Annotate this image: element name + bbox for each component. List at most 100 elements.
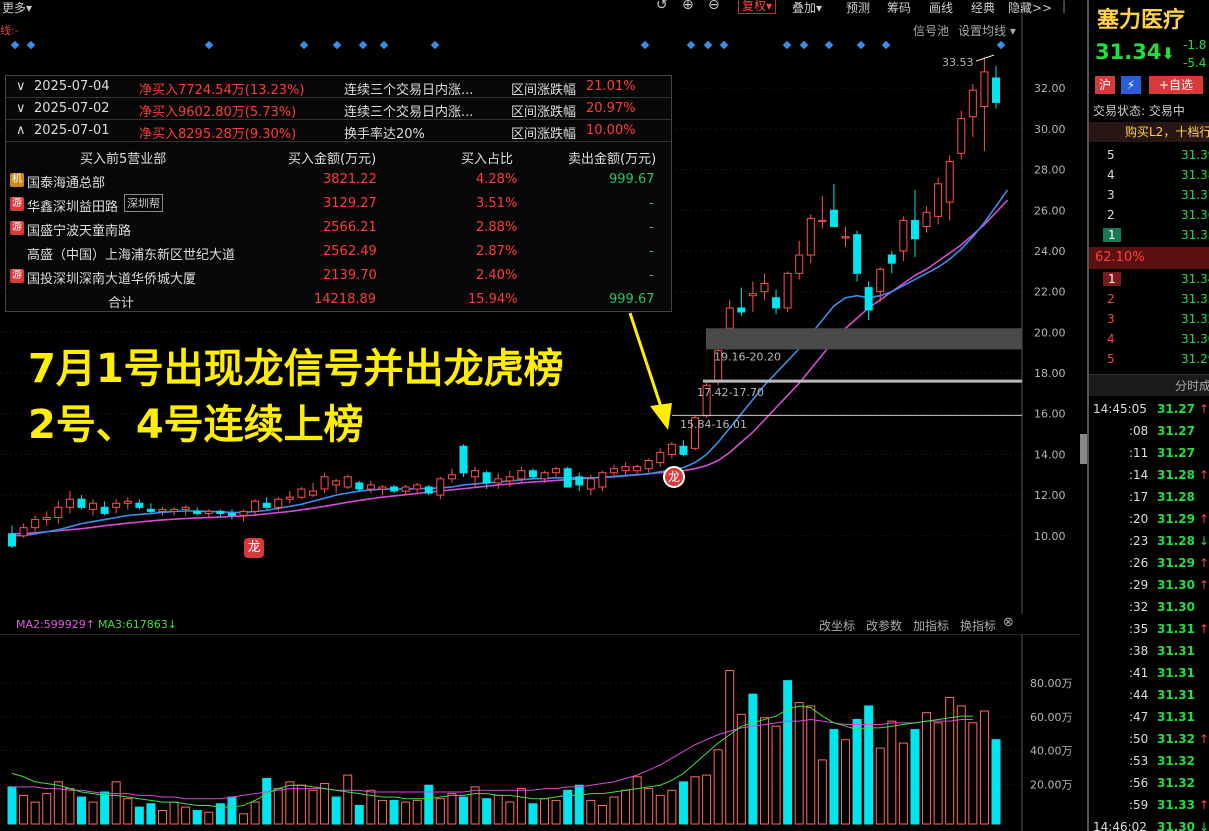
fuquan-button[interactable]: 复权▾ [738,0,777,14]
lightning-icon[interactable]: ⚡ [1121,76,1141,94]
volume-bar-13 [157,810,167,825]
set-ma-button[interactable]: 设置均线 ▾ [958,22,1016,39]
candle-body-39 [459,445,468,474]
record-toggle-icon[interactable]: ∧ [16,123,26,138]
dragon-marker-2[interactable]: 龙 [663,466,685,488]
add-indicator-button[interactable]: 加指标 [913,617,949,634]
record-net: 净买入7724.54万(13.23%) [139,83,305,98]
ask-level-num: 2 [1107,208,1115,222]
volume-chart[interactable]: 80.00万 60.00万 40.00万 20.00万 [0,634,1080,831]
bid-level-3[interactable]: 331.32 [1089,310,1209,330]
volume-bar-12 [146,803,156,825]
tick-up-icon: ↑ [1199,402,1209,416]
change-coord-button[interactable]: 改坐标 [819,617,855,634]
tick-price: 31.32 [1157,754,1195,768]
add-watchlist-button[interactable]: +自选 [1149,76,1203,94]
price-tick-0: 32.00 [1034,82,1066,95]
volume-bar-16 [192,810,202,825]
price-down-icon: ⬇ [1161,44,1175,63]
volume-bar-20 [239,813,249,825]
record-toggle-icon[interactable]: ∨ [16,101,26,116]
dragon-marker-1[interactable]: 龙 [244,538,264,558]
volume-bar-65 [759,717,769,825]
dragon-record-0[interactable]: ∨ 2025-07-04 净买入7724.54万(13.23%) 连续三个交易日内涨.… [6,76,671,98]
candle-body-82 [957,118,966,154]
dept-buy: 2562.49 [323,244,377,259]
zoom-out-icon[interactable]: ⊖ [708,0,720,13]
record-reason: 连续三个交易日内涨... [344,83,474,98]
bid-price: 31.32 [1181,312,1209,326]
volume-bar-60 [702,774,712,825]
candle-body-14 [170,508,179,512]
ask-level-2[interactable]: 231.36 [1089,206,1209,226]
tick-price: 31.27 [1157,424,1195,438]
volume-bar-39 [458,796,468,825]
ask-level-5[interactable]: 531.39 [1089,146,1209,166]
tick-row-10: :35 31.31 ↑ [1089,619,1209,641]
change-params-button[interactable]: 改参数 [866,617,902,634]
record-toggle-icon[interactable]: ∨ [16,79,26,94]
candle-body-73 [853,234,862,274]
candle-body-64 [748,293,757,297]
candle-body-74 [864,287,873,311]
candle-body-20 [239,510,248,516]
bid-level-2[interactable]: 231.33 [1089,290,1209,310]
tick-time: :14 [1129,468,1149,482]
candle-body-55 [644,460,653,470]
candle-body-36 [424,486,433,494]
ask-level-4[interactable]: 431.38 [1089,166,1209,186]
signal-pool-button[interactable]: 信号池 [913,22,949,39]
price-tick-1: 30.00 [1034,123,1066,136]
dragon-row-1[interactable]: 游华鑫深圳益田路 深圳帮 3129.27 3.51% - [6,192,671,216]
volume-bar-77 [898,742,908,825]
dragon-row-0[interactable]: 机国泰海通总部 3821.22 4.28% 999.67 [6,168,671,192]
bid-level-5[interactable]: 531.29 [1089,350,1209,370]
candle-body-66 [772,297,781,309]
price-tick-4: 24.00 [1034,245,1066,258]
dragon-row-4[interactable]: 游国投深圳深南大道华侨城大厦 2139.70 2.40% - [6,264,671,288]
volume-tick-1: 60.00万 [1030,711,1073,724]
annotation-line1: 7月1号出现龙信号并出龙虎榜 [28,346,564,392]
dragon-row-2[interactable]: 游国盛宁波天童南路 2566.21 2.88% - [6,216,671,240]
level2-hint[interactable]: 购买L2，十档行 [1089,122,1209,142]
tick-up-icon: ↑ [1199,732,1209,746]
candle-body-10 [123,500,132,504]
ask-level-1[interactable]: 131.35 [1089,226,1209,246]
undo-icon[interactable]: ↺ [656,0,668,13]
quote-side-panel: 塞力医疗 31.34⬇ -1.8 -5.4 沪 ⚡ +自选 交易状态: 交易中 … [1087,0,1209,831]
dept-badge: 游 [10,197,24,211]
candle-body-33 [390,486,399,492]
zoom-in-icon[interactable]: ⊕ [682,0,694,13]
high-price-pointer [975,54,995,62]
candle-body-21 [251,500,260,512]
bid-level-1[interactable]: 131.34 [1089,270,1209,290]
candle-body-28 [332,480,341,486]
candle-body-24 [285,496,294,500]
close-indicator-icon[interactable]: ⊗ [1003,615,1014,630]
dragon-row-3[interactable]: 高盛（中国）上海浦东新区世纪大道 2562.49 2.87% - [6,240,671,264]
tick-time: :44 [1129,688,1149,702]
dragon-record-2[interactable]: ∧ 2025-07-01 净买入8295.28万(9.30%) 换手率达20% 区间涨跌… [6,120,671,142]
volume-bar-62 [725,670,735,825]
candle-body-57 [667,443,676,455]
bid-level-num: 1 [1103,272,1121,286]
candle-body-37 [436,478,445,496]
price-axis: 32.00 30.00 28.00 26.00 24.00 22.00 20.00 18.00… [1034,82,1066,543]
candle-body-12 [146,508,155,512]
volume-bar-10 [123,798,133,825]
ask-level-3[interactable]: 331.37 [1089,186,1209,206]
switch-indicator-button[interactable]: 换指标 [960,617,996,634]
candle-body-80 [934,183,943,217]
panel-splitter-handle[interactable] [1080,434,1087,464]
bid-level-4[interactable]: 431.30 [1089,330,1209,350]
signal-row: 线:- 信号池 设置均线 ▾ [0,22,1080,50]
ask-level-num: 5 [1107,148,1115,162]
volume-bar-43 [505,801,515,825]
dragon-record-1[interactable]: ∨ 2025-07-02 净买入9602.80万(5.73%) 连续三个交易日内涨..… [6,98,671,120]
volume-bar-57 [667,789,677,825]
candle-body-85 [992,77,1000,103]
candle-body-48 [563,468,572,488]
tick-up-icon: ↑ [1199,622,1209,636]
volume-tick-2: 40.00万 [1030,745,1073,758]
volume-bar-55 [644,788,654,825]
